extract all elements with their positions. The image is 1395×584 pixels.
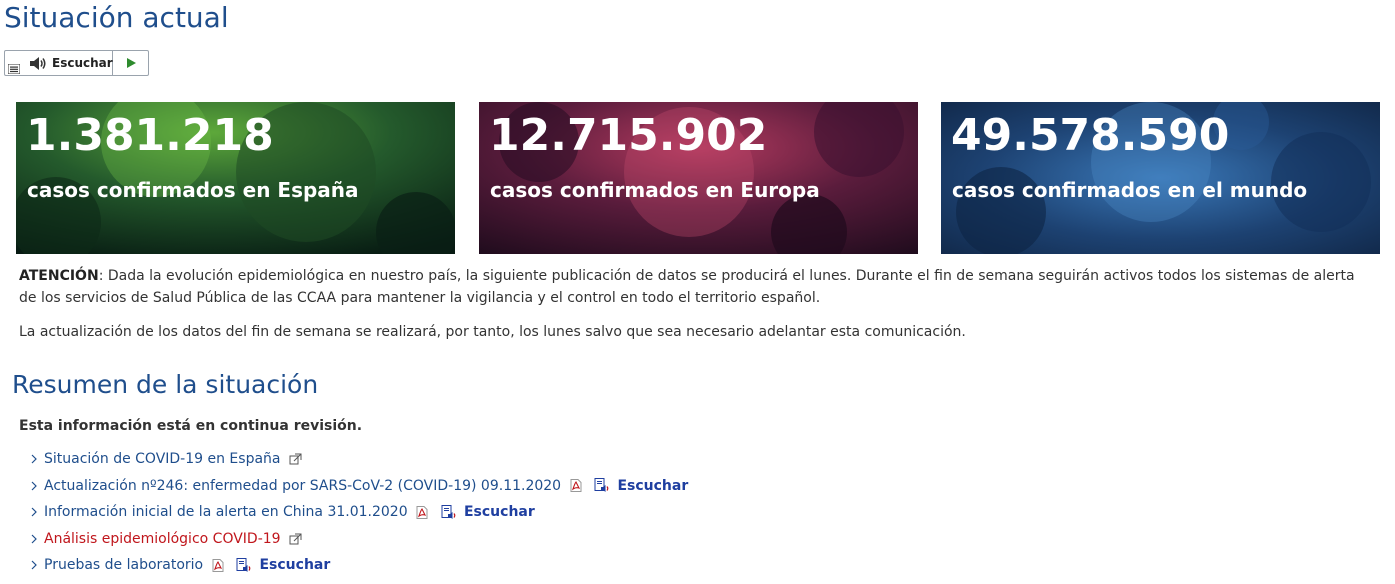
- stat-label: casos confirmados en Europa: [490, 178, 820, 202]
- summary-links-list: Situación de COVID-19 en España Actualiz…: [30, 448, 688, 581]
- listen-link[interactable]: Escuchar: [259, 557, 330, 573]
- chevron-right-icon: [31, 507, 37, 517]
- stat-label: casos confirmados en España: [27, 178, 359, 202]
- listen-label: Escuchar: [52, 56, 113, 70]
- attention-lead: ATENCIÓN: [19, 268, 99, 284]
- attention-text: : Dada la evolución epidemiológica en nu…: [19, 268, 1355, 306]
- stat-card-world[interactable]: 49.578.590 casos confirmados en el mundo: [941, 102, 1380, 254]
- external-link-icon: [289, 453, 302, 465]
- pdf-icon: [570, 479, 582, 492]
- external-link-icon: [289, 533, 302, 544]
- page-title: Situación actual: [4, 1, 229, 34]
- listen-widget: Escuchar: [4, 50, 149, 76]
- stats-cards: 1.381.218 casos confirmados en España 12…: [16, 102, 1380, 254]
- stat-card-europe[interactable]: 12.715.902 casos confirmados en Europa: [479, 102, 918, 254]
- menu-icon[interactable]: [8, 64, 20, 74]
- stat-value: 49.578.590: [951, 110, 1230, 161]
- chevron-right-icon: [31, 454, 37, 464]
- list-item: Análisis epidemiológico COVID-19: [30, 528, 688, 555]
- weekend-update-note: La actualización de los datos del fin de…: [19, 324, 966, 340]
- chevron-right-icon: [31, 534, 37, 543]
- play-button[interactable]: [113, 51, 148, 75]
- listen-document-icon[interactable]: [236, 557, 252, 573]
- section-title: Resumen de la situación: [12, 370, 319, 399]
- play-icon: [126, 58, 136, 68]
- stat-card-spain[interactable]: 1.381.218 casos confirmados en España: [16, 102, 455, 254]
- pdf-icon: [212, 558, 224, 572]
- stat-value: 12.715.902: [489, 110, 768, 161]
- link-situacion-espana[interactable]: Situación de COVID-19 en España: [44, 451, 281, 467]
- listen-document-icon[interactable]: [594, 478, 610, 493]
- list-item: Pruebas de laboratorio Escuchar: [30, 554, 688, 581]
- attention-notice: ATENCIÓN: Dada la evolución epidemiológi…: [19, 265, 1359, 309]
- list-item: Actualización nº246: enfermedad por SARS…: [30, 475, 688, 502]
- stat-label: casos confirmados en el mundo: [952, 178, 1308, 202]
- pdf-icon: [416, 505, 428, 519]
- listen-document-icon[interactable]: [441, 504, 457, 520]
- link-actualizacion-246[interactable]: Actualización nº246: enfermedad por SARS…: [44, 478, 561, 494]
- listen-link[interactable]: Escuchar: [617, 478, 688, 494]
- list-item: Situación de COVID-19 en España: [30, 448, 688, 475]
- link-pruebas-laboratorio[interactable]: Pruebas de laboratorio: [44, 557, 203, 573]
- list-item: Información inicial de la alerta en Chin…: [30, 501, 688, 528]
- listen-link[interactable]: Escuchar: [464, 504, 535, 520]
- stat-value: 1.381.218: [26, 110, 274, 161]
- review-note: Esta información está en continua revisi…: [19, 418, 363, 434]
- chevron-right-icon: [31, 560, 37, 570]
- link-analisis-epidemiologico[interactable]: Análisis epidemiológico COVID-19: [44, 531, 281, 547]
- speaker-icon: [30, 57, 46, 70]
- chevron-right-icon: [31, 481, 37, 490]
- link-alerta-china[interactable]: Información inicial de la alerta en Chin…: [44, 504, 408, 520]
- listen-button[interactable]: Escuchar: [5, 51, 113, 75]
